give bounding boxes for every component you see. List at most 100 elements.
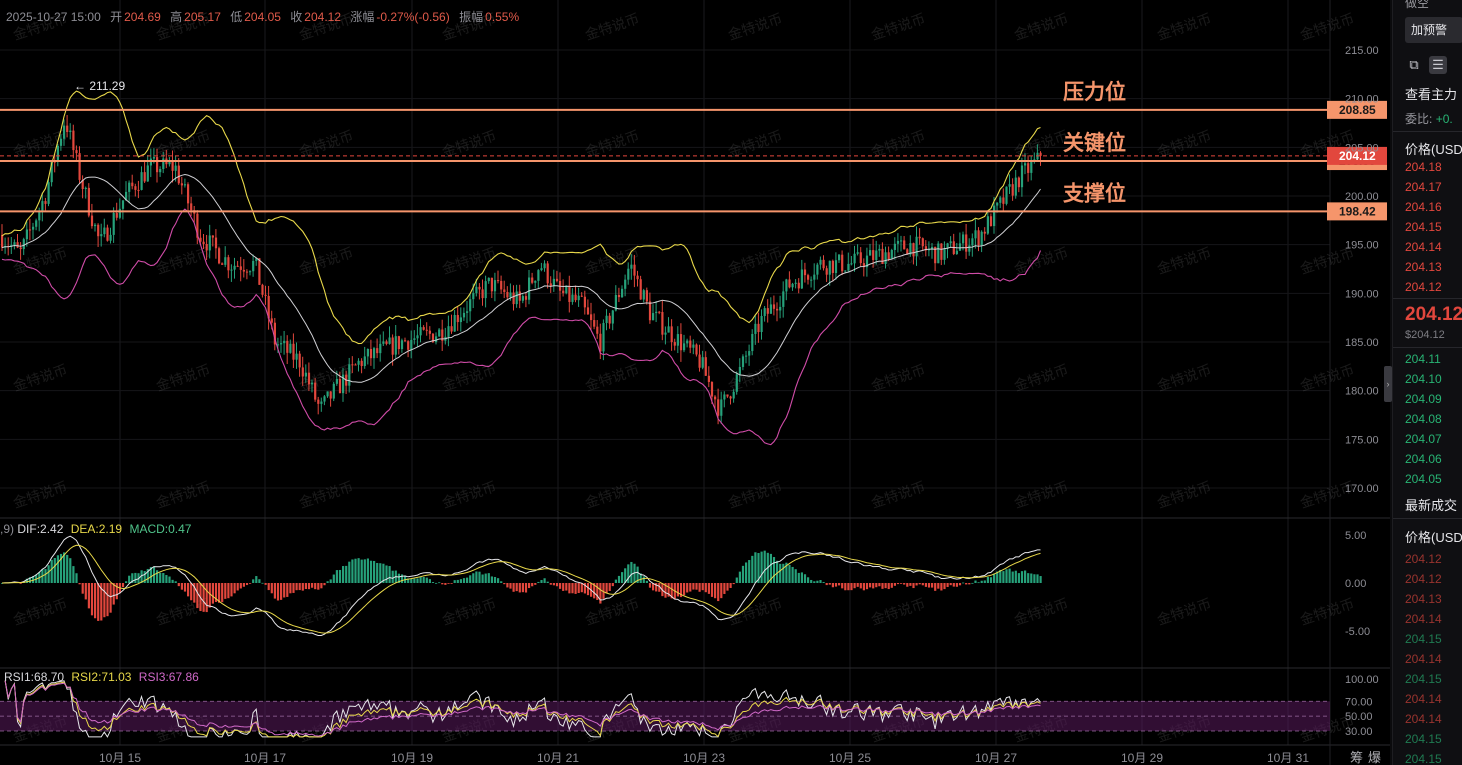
bid-ask-ratio: 委比: +0. [1405,110,1453,127]
macd-bar [419,576,422,583]
macd-bar [726,583,729,591]
candle-body [242,269,245,272]
macd-bar [714,583,717,599]
macd-bar [859,583,862,589]
candle-body [816,264,819,275]
macd-bar [704,583,707,593]
candle-body [896,240,900,244]
collapse-handle[interactable]: › [1384,366,1392,402]
order-book-sidebar: 做空 加预警 ⧉ ☰ 查看主力 委比: +0. 价格(USD 204.18 204.… [1392,0,1462,765]
candle-body [63,125,66,139]
dea-label: DEA: [70,522,99,536]
main-force-link[interactable]: 查看主力 [1405,84,1457,103]
candle-body [996,202,999,206]
candle-body [112,213,115,235]
popout-icon[interactable]: ⧉ [1405,56,1423,74]
trade-price: 204.14 [1405,612,1442,626]
macd-bar [261,582,264,584]
macd-bar [69,558,72,583]
macd-bar [552,583,555,586]
macd-bar [391,570,394,583]
candle-body [97,224,100,237]
candle-body [466,311,469,313]
macd-bar [692,583,695,590]
chart-area[interactable]: 金特说币 金特说币 金特说币 金特说币 金特说币 金特说币 金特说币 金特说币 金特说币 金特说币… [0,0,1390,765]
macd-bar [800,572,803,583]
macd-bar [931,583,934,588]
candle-body [977,230,980,246]
candle-body [593,320,596,327]
bid-price: 204.06 [1405,452,1442,466]
candle-body [648,301,652,321]
macd-bar [292,583,295,593]
candlestick-chart[interactable]: 金特说币 金特说币 金特说币 金特说币 金特说币 金特说币 金特说币 金特说币 金特说币 金特说币… [0,0,1390,765]
rsi-axis-tick: 50.00 [1345,711,1373,723]
candle-body [915,236,918,257]
candle-body [754,323,757,334]
add-alert-button[interactable]: 加预警 [1405,17,1462,43]
candle-body [301,367,304,377]
candle-body [890,249,893,259]
candle-body [56,145,59,162]
candle-body [156,157,159,173]
candle-body [599,333,602,352]
trade-price: 204.13 [1405,592,1442,606]
macd-bar [369,560,373,583]
macd-bar [642,576,645,583]
macd-bar [1033,574,1036,583]
candle-body [382,341,385,344]
price-column-header: 价格(USD [1405,142,1462,157]
watermark-text: 金特说币 [1155,595,1213,628]
watermark-text: 金特说币 [1012,361,1070,394]
watermark-text: 金特说币 [869,127,927,160]
macd-bar [410,578,413,583]
candle-body [735,374,738,392]
candle-body [354,364,357,366]
price-axis-tick: 200.00 [1345,191,1379,203]
macd-bar [106,583,109,617]
macd-bar [825,583,828,586]
candle-body [819,259,822,265]
macd-axis-tick: -5.00 [1345,626,1370,638]
macd-bar [521,583,524,593]
ratio-value: +0. [1435,112,1453,126]
close-label: 收 [290,10,303,24]
macd-bar [760,551,763,583]
divider [1393,518,1462,519]
macd-bar [431,582,435,583]
candle-body [838,254,841,261]
candle-body [106,227,109,241]
candle-body [425,329,428,331]
ohlc-info-bar: 2025-10-27 15:00 开 204.69 高 205.17 低 204.05… [6,8,525,25]
price-axis-tick: 175.00 [1345,434,1379,446]
candle-body [286,340,289,353]
macd-bar [366,558,369,583]
macd-bar [921,583,924,586]
macd-bar [751,555,754,583]
macd-bar [447,583,450,584]
macd-bar [748,560,751,583]
rsi3-label: RSI3: [138,670,169,684]
macd-bar [903,583,906,585]
macd-bar [847,583,850,591]
watermark-text: 金特说币 [1012,10,1070,43]
macd-bar [428,579,431,583]
candle-body [834,260,838,273]
order-book-icon[interactable]: ☰ [1429,56,1447,74]
macd-bar [63,552,66,583]
candle-body [484,281,487,299]
macd-bar [909,583,912,586]
macd-bar [345,565,348,583]
macd-bar [438,582,441,584]
candle-body [190,203,193,211]
macd-bar [918,583,921,585]
macd-bar [311,583,314,588]
macd-params: ,9) [0,522,15,536]
macd-bar [298,583,301,591]
macd-bar [512,583,515,592]
macd-bar [1039,576,1042,583]
macd-bar [822,581,825,583]
macd-bar [586,583,590,596]
candle-body [1014,177,1017,196]
watermark-text: 金特说币 [726,127,784,160]
